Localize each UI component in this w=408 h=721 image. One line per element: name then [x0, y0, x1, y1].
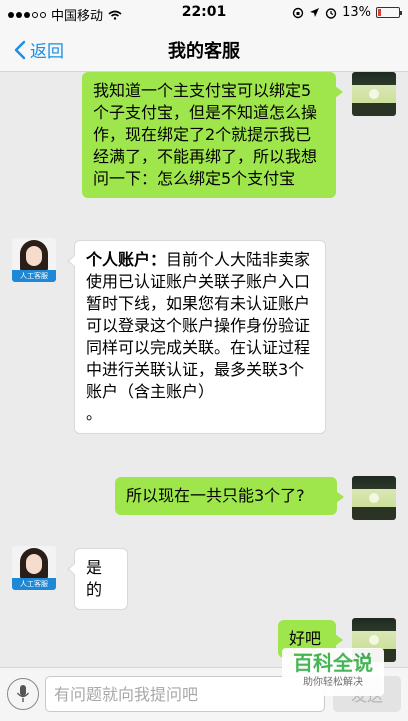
message-title: 个人账户	[86, 250, 151, 269]
message-bubble-me[interactable]: 我知道一个主支付宝可以绑定5个子支付宝，但是不知道怎么操作，现在绑定了2个就提示…	[82, 72, 343, 198]
user-avatar[interactable]	[352, 72, 396, 116]
rotation-lock-icon	[292, 7, 304, 18]
status-right: 13%	[292, 5, 402, 20]
watermark-title: 百科全说	[293, 651, 373, 675]
message-paragraph: 个人账户：目前个人大陆非卖家	[86, 249, 314, 271]
agent-avatar[interactable]: 人工客服	[12, 546, 56, 590]
alarm-icon	[325, 7, 337, 19]
nav-bar: 返回 我的客服	[0, 26, 408, 72]
battery-fill	[378, 9, 381, 16]
watermark-subtitle: 助你轻松解决	[303, 677, 363, 688]
message-bubble-me[interactable]: 所以现在一共只能3个了?	[115, 477, 344, 515]
location-icon	[310, 8, 320, 17]
user-avatar[interactable]	[352, 476, 396, 520]
message-text: 我知道一个主支付宝可以绑定5个子支付宝，但是不知道怎么操作，现在绑定了2个就提示…	[93, 81, 318, 188]
battery-percent: 13%	[342, 5, 371, 20]
agent-avatar-tag: 人工客服	[12, 578, 56, 590]
message-title-sep: ：	[150, 250, 167, 269]
watermark-logo: 百科全说 助你轻松解决	[282, 648, 384, 696]
agent-avatar-tag: 人工客服	[12, 270, 56, 282]
message-text: 所以现在一共只能3个了?	[126, 486, 305, 505]
message-text: 好吧	[289, 629, 322, 648]
status-bar: 中国移动 22:01 13%	[0, 0, 408, 26]
message-text: 是的	[86, 558, 103, 599]
chat-area[interactable]: 我知道一个主支付宝可以绑定5个子支付宝，但是不知道怎么操作，现在绑定了2个就提示…	[0, 72, 408, 667]
message-text: 。	[86, 404, 103, 423]
microphone-icon	[16, 685, 30, 702]
battery-icon	[376, 7, 402, 18]
message-text: 目前个人大陆非卖家	[166, 250, 311, 269]
message-bubble-agent[interactable]: 是的	[67, 548, 128, 610]
agent-avatar[interactable]: 人工客服	[12, 238, 56, 282]
message-text: 使用已认证账户关联子账户入口暂时下线，如果您有未认证账户可以登录这个账户操作身份…	[86, 272, 311, 401]
page-title: 我的客服	[168, 41, 240, 62]
voice-input-button[interactable]	[7, 678, 39, 710]
message-bubble-agent[interactable]: 个人账户：目前个人大陆非卖家 使用已认证账户关联子账户入口暂时下线，如果您有未认…	[67, 240, 326, 434]
